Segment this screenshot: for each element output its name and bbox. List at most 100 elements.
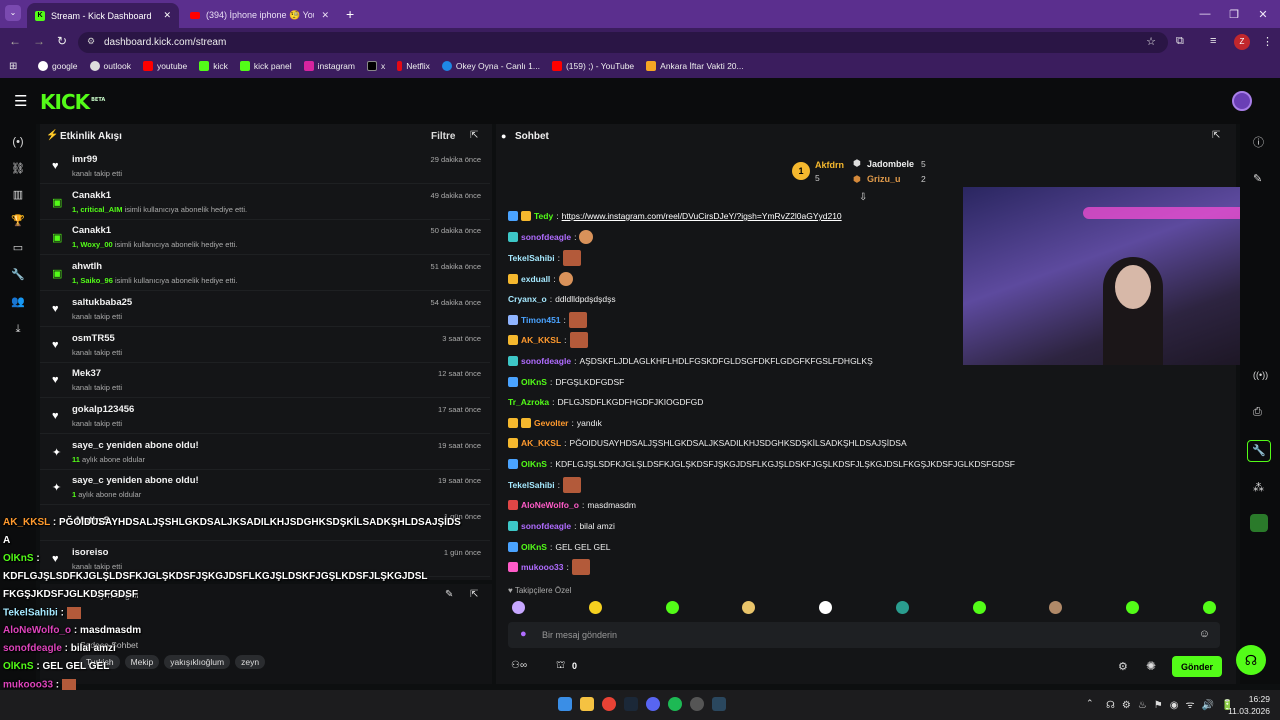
tab-search-icon[interactable]: ⌄	[5, 5, 21, 21]
bookmark-netflix[interactable]: Netflix	[397, 61, 430, 71]
emote-icon[interactable]	[972, 600, 986, 614]
microphone-icon[interactable]: ●	[520, 628, 527, 640]
chat-username[interactable]: Tedy	[534, 211, 553, 221]
chat-username[interactable]: AloNeWolfo_o	[521, 500, 579, 510]
tag[interactable]: zeyn	[235, 655, 266, 669]
chat-username[interactable]: OlKnS	[521, 459, 547, 469]
bookmark-youtube-159[interactable]: (159) ;) - YouTube	[551, 61, 634, 71]
file-explorer-icon[interactable]	[580, 697, 594, 711]
support-headset-icon[interactable]: ☊	[1236, 645, 1266, 675]
close-window-icon[interactable]: ✕	[1248, 4, 1278, 24]
tools-icon[interactable]: 🔧	[1247, 440, 1271, 462]
tag[interactable]: yakışıklıoğlum	[164, 655, 231, 669]
bookmark-instagram[interactable]: instagram	[303, 61, 355, 71]
chat-username[interactable]: sonofdeagle	[521, 521, 571, 531]
bookmark-youtube[interactable]: youtube	[142, 61, 187, 71]
media-library-icon[interactable]: ▭	[10, 240, 26, 256]
address-bar[interactable]: ⚙ dashboard.kick.com/stream ☆	[78, 32, 1168, 53]
minimize-icon[interactable]: —	[1190, 4, 1220, 24]
emote-icon[interactable]	[512, 600, 525, 614]
chat-username[interactable]: mukooo33	[521, 562, 564, 572]
forward-icon[interactable]: →	[33, 34, 45, 48]
chat-link[interactable]: https://www.instagram.com/reel/DVuCirsDJ…	[562, 211, 842, 221]
chat-username[interactable]: OlKnS	[521, 542, 547, 552]
chat-username[interactable]: Gevolter	[534, 418, 569, 428]
kick-logo[interactable]: KICK BETA	[40, 90, 105, 114]
tray-chevron-icon[interactable]: ⌃	[1086, 698, 1094, 709]
edit-icon[interactable]: ✎	[445, 589, 453, 600]
popout-icon[interactable]: ⇱	[1212, 130, 1220, 141]
media-icon[interactable]: ≡	[1210, 35, 1216, 47]
bookmark-x[interactable]: x	[366, 61, 385, 71]
emote-icon[interactable]	[665, 600, 679, 614]
trophy-icon[interactable]: 🏆	[10, 213, 26, 229]
emote-icon[interactable]	[1049, 600, 1063, 614]
download-icon[interactable]: ⤓	[10, 321, 26, 337]
tab-close-icon[interactable]: ✕	[321, 10, 329, 21]
menu-dots-icon[interactable]: ⋮	[1262, 35, 1273, 48]
chat-username[interactable]: sonofdeagle	[521, 232, 571, 242]
chat-username[interactable]: Timon451	[521, 315, 561, 325]
game-icon[interactable]	[1250, 514, 1268, 532]
edit-icon[interactable]: ✎	[1253, 172, 1262, 185]
emoji-picker-icon[interactable]: ☺	[1199, 628, 1210, 640]
site-info-icon[interactable]: ⚙	[87, 36, 95, 47]
hamburger-menu-icon[interactable]: ☰	[14, 92, 27, 110]
bookmark-okey[interactable]: Okey Oyna - Canlı 1...	[441, 61, 540, 71]
chat-settings-icon[interactable]: ⚙	[1118, 660, 1128, 673]
popout-icon[interactable]: ⇱	[470, 589, 478, 600]
collapse-icon[interactable]: ⇩	[859, 192, 867, 203]
gift-icon[interactable]: ⛫	[556, 660, 565, 673]
extensions-icon[interactable]: ⧉	[1176, 35, 1184, 48]
wrench-icon[interactable]: 🔧	[10, 267, 26, 283]
tag[interactable]: Mekip	[124, 655, 160, 669]
bookmark-star-icon[interactable]: ☆	[1146, 35, 1156, 48]
start-icon[interactable]	[558, 697, 572, 711]
chat-username[interactable]: exduall	[521, 274, 550, 284]
users-icon[interactable]: 👥	[10, 294, 26, 310]
emote-icon[interactable]	[1202, 600, 1216, 614]
bookmark-outlook[interactable]: outlook	[89, 61, 131, 71]
emote-icon[interactable]	[819, 600, 833, 614]
user-avatar[interactable]	[1232, 91, 1252, 111]
reload-icon[interactable]: ↻	[57, 34, 67, 48]
emote-icon[interactable]	[742, 600, 756, 614]
apps-icon[interactable]: ⁂	[1253, 481, 1264, 494]
profile-avatar[interactable]: Z	[1234, 34, 1250, 50]
bookmark-kick-panel[interactable]: kick panel	[239, 61, 292, 71]
emote-icon[interactable]	[1126, 600, 1140, 614]
live-stream-icon[interactable]: (•)	[10, 134, 26, 150]
info-icon[interactable]: ⓘ	[1253, 134, 1264, 150]
taskbar-date[interactable]: 11.03.2026	[1222, 706, 1270, 716]
emote-icon[interactable]	[895, 600, 909, 614]
maximize-icon[interactable]: ❐	[1219, 4, 1249, 24]
back-icon[interactable]: ←	[9, 34, 21, 48]
spotify-icon[interactable]	[668, 697, 682, 711]
filter-button[interactable]: Filtre	[431, 131, 455, 142]
apps-grid-icon[interactable]: ⊞	[9, 61, 17, 72]
chat-username[interactable]: OlKnS	[521, 377, 547, 387]
chat-username[interactable]: AK_KKSL	[521, 335, 561, 345]
bookmark-kick[interactable]: kick	[199, 61, 228, 71]
tab-close-icon[interactable]: ✕	[163, 10, 171, 21]
chat-username[interactable]: TekelSahibi	[508, 253, 555, 263]
discord-icon[interactable]	[646, 697, 660, 711]
chat-username[interactable]: sonofdeagle	[521, 356, 571, 366]
link-icon[interactable]: ⛓	[10, 161, 26, 177]
taskbar-time[interactable]: 16:29	[1222, 694, 1270, 704]
analytics-icon[interactable]: ▥	[10, 187, 26, 203]
system-tray-icons[interactable]: ☊⚙♨⚑◉ᯤ🔊🔋	[1106, 697, 1241, 711]
obs-icon[interactable]	[690, 697, 704, 711]
chat-input[interactable]: ● Bir mesaj gönderin ☺	[508, 622, 1220, 648]
printer-icon[interactable]: ⎙	[1253, 406, 1262, 419]
moderation-icon[interactable]: ✺	[1146, 659, 1156, 673]
chrome-icon[interactable]	[602, 697, 616, 711]
viewers-icon[interactable]: ⚇∞	[511, 660, 527, 671]
popout-icon[interactable]: ⇱	[470, 130, 478, 141]
steam-icon[interactable]	[624, 697, 638, 711]
chat-username[interactable]: TekelSahibi	[508, 480, 555, 490]
chat-username[interactable]: Tr_Azroka	[508, 397, 549, 407]
tab-youtube[interactable]: (394) İphone iphone 🧐 YouTube ✕	[182, 3, 337, 28]
send-button[interactable]: Gönder	[1172, 656, 1222, 677]
chat-username[interactable]: AK_KKSL	[521, 438, 561, 448]
